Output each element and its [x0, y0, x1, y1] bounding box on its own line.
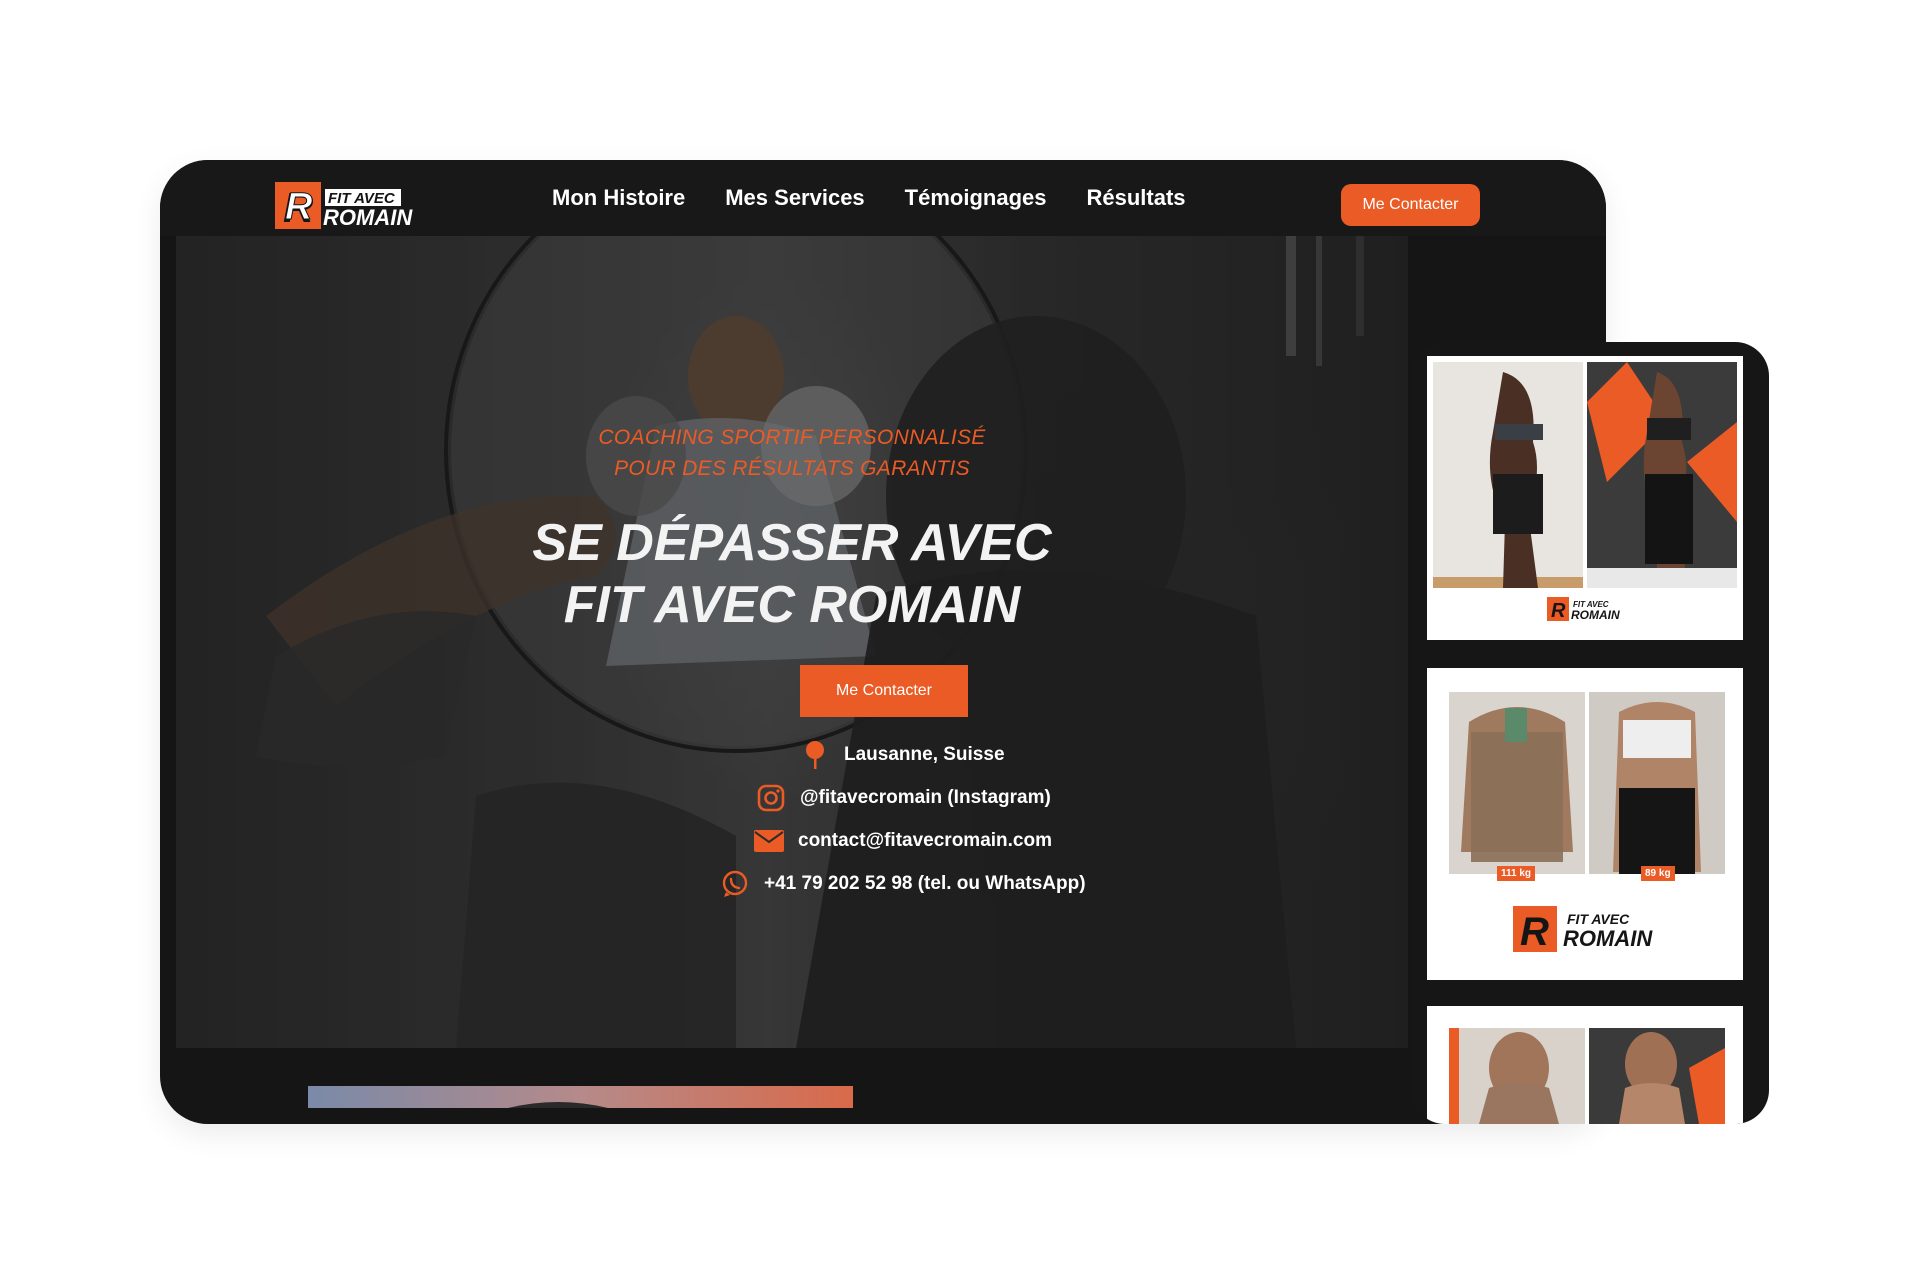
- svg-text:R: R: [1551, 600, 1566, 622]
- result-card-2[interactable]: 111 kg 89 kg R FIT AVEC ROMAIN: [1427, 668, 1743, 980]
- svg-text:R: R: [285, 186, 313, 228]
- svg-text:ROMAIN: ROMAIN: [1563, 926, 1653, 951]
- weight-after-badge: 89 kg: [1641, 866, 1675, 881]
- nav-link-mes-services[interactable]: Mes Services: [725, 185, 864, 211]
- nav-link-mon-histoire[interactable]: Mon Histoire: [552, 185, 685, 211]
- result-card-logo-1: R FIT AVEC ROMAIN: [1547, 596, 1623, 627]
- svg-text:ROMAIN: ROMAIN: [323, 205, 413, 230]
- svg-text:FIT AVEC: FIT AVEC: [1567, 911, 1630, 927]
- svg-text:R: R: [1520, 910, 1549, 954]
- hero-subtitle: COACHING SPORTIF PERSONNALISÉ POUR DES R…: [176, 422, 1408, 484]
- hero-contact-button[interactable]: Me Contacter: [800, 665, 968, 717]
- result-photo-after-3: [1589, 1028, 1725, 1124]
- contact-location-text: Lausanne, Suisse: [844, 744, 1005, 765]
- result-photo-before-1: [1433, 362, 1583, 588]
- result-card-1[interactable]: R FIT AVEC ROMAIN: [1427, 356, 1743, 640]
- contact-email-text[interactable]: contact@fitavecromain.com: [798, 830, 1052, 852]
- weight-before-badge: 111 kg: [1497, 866, 1536, 881]
- logo-mark-icon: R R FIT AVEC ROMAIN: [275, 182, 413, 231]
- hero-section: COACHING SPORTIF PERSONNALISÉ POUR DES R…: [176, 236, 1408, 1048]
- desktop-mockup: R R FIT AVEC ROMAIN Mon Histoire Mes Ser…: [160, 160, 1606, 1124]
- tablet-mockup: R FIT AVEC ROMAIN 111 kg 89 kg R FIT AVE…: [1411, 342, 1769, 1124]
- hero-title-line-2: FIT AVEC ROMAIN: [563, 576, 1021, 634]
- hero-content: COACHING SPORTIF PERSONNALISÉ POUR DES R…: [176, 236, 1408, 1048]
- contact-instagram-text[interactable]: @fitavecromain (Instagram): [800, 787, 1051, 809]
- mail-icon: [754, 826, 784, 856]
- map-pin-icon: [800, 740, 830, 770]
- result-photo-before-3: [1449, 1028, 1585, 1124]
- contact-email[interactable]: contact@fitavecromain.com: [754, 826, 1052, 856]
- navbar: R R FIT AVEC ROMAIN Mon Histoire Mes Ser…: [160, 160, 1606, 236]
- contact-location: Lausanne, Suisse: [800, 740, 1005, 770]
- result-card-logo-2: R FIT AVEC ROMAIN: [1513, 904, 1659, 959]
- site-logo[interactable]: R R FIT AVEC ROMAIN: [273, 182, 418, 231]
- nav-link-temoignages[interactable]: Témoignages: [905, 185, 1047, 211]
- contact-instagram[interactable]: @fitavecromain (Instagram): [756, 783, 1051, 813]
- contact-whatsapp-text[interactable]: +41 79 202 52 98 (tel. ou WhatsApp): [764, 873, 1086, 895]
- contact-whatsapp[interactable]: +41 79 202 52 98 (tel. ou WhatsApp): [720, 869, 1086, 899]
- svg-text:ROMAIN: ROMAIN: [1571, 608, 1620, 622]
- next-section-image: [308, 1086, 853, 1108]
- result-photo-after-2: [1589, 692, 1725, 874]
- result-card-3[interactable]: [1427, 1006, 1743, 1124]
- hero-subtitle-line-2: POUR DES RÉSULTATS GARANTIS: [614, 457, 970, 480]
- hero-title: SE DÉPASSER AVEC FIT AVEC ROMAIN: [176, 512, 1408, 636]
- instagram-icon: [756, 783, 786, 813]
- nav-link-resultats[interactable]: Résultats: [1086, 185, 1185, 211]
- hero-title-line-1: SE DÉPASSER AVEC: [532, 514, 1052, 572]
- whatsapp-icon: [720, 869, 750, 899]
- hero-subtitle-line-1: COACHING SPORTIF PERSONNALISÉ: [598, 426, 986, 449]
- result-photo-before-2: [1449, 692, 1585, 874]
- header-contact-button[interactable]: Me Contacter: [1341, 184, 1480, 226]
- result-photo-after-1: [1587, 362, 1737, 588]
- main-nav: Mon Histoire Mes Services Témoignages Ré…: [552, 160, 1186, 236]
